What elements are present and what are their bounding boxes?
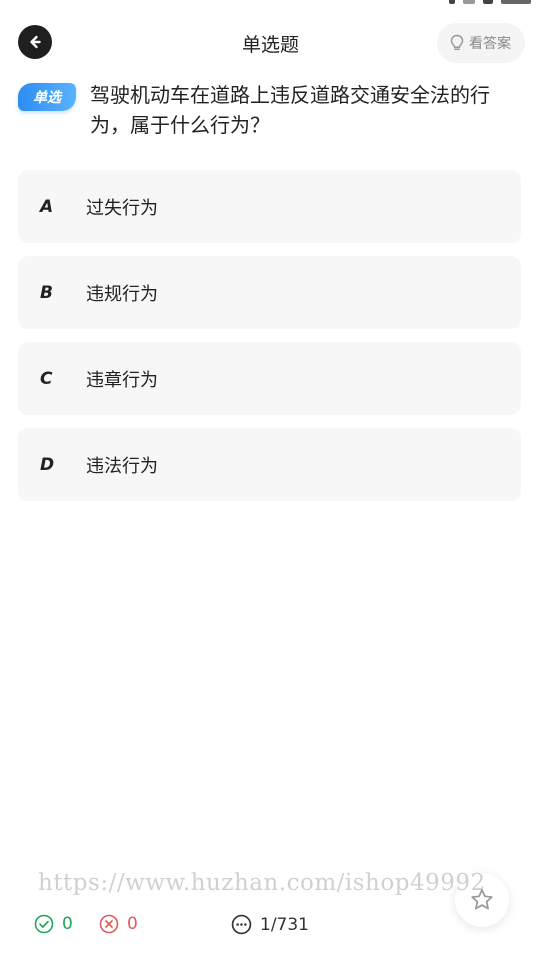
bottom-stats-bar: 0 0 1/731 [0,912,541,942]
signal-icon [449,0,455,4]
wrong-count: 0 [127,914,138,934]
progress-button[interactable]: 1/731 [231,914,309,935]
option-text: 违法行为 [86,455,158,477]
question: 单选 驾驶机动车在道路上违反道路交通安全法的行为，属于什么行为？ [18,80,523,140]
show-answer-label: 看答案 [469,36,511,52]
option-a[interactable]: A 过失行为 [18,170,521,243]
option-text: 违章行为 [86,369,158,391]
check-circle-icon [34,914,54,934]
correct-count-stat: 0 [34,914,73,934]
options-list: A 过失行为 B 违规行为 C 违章行为 D 违法行为 [18,170,521,514]
show-answer-button[interactable]: 看答案 [437,23,525,63]
question-text: 驾驶机动车在道路上违反道路交通安全法的行为，属于什么行为？ [90,83,490,137]
lightbulb-icon [450,34,464,51]
option-b[interactable]: B 违规行为 [18,256,521,329]
battery-icon [483,0,493,4]
dots-circle-icon [231,914,252,935]
option-letter: B [40,282,53,303]
header: 单选题 看答案 [0,22,541,66]
status-bar-fragment [449,0,531,4]
progress-text: 1/731 [260,914,309,935]
option-c[interactable]: C 违章行为 [18,342,521,415]
option-text: 过失行为 [86,197,158,219]
wifi-icon [463,0,475,4]
option-letter: A [40,196,54,217]
star-icon [471,889,493,910]
clock-fragment [501,0,531,4]
watermark: https://www.huzhan.com/ishop49992 [38,870,486,896]
x-circle-icon [99,914,119,934]
option-text: 违规行为 [86,283,158,305]
correct-count: 0 [62,914,73,934]
question-type-badge: 单选 [18,83,76,111]
option-letter: C [40,368,53,389]
option-d[interactable]: D 违法行为 [18,428,521,501]
wrong-count-stat: 0 [99,914,138,934]
option-letter: D [40,454,55,475]
